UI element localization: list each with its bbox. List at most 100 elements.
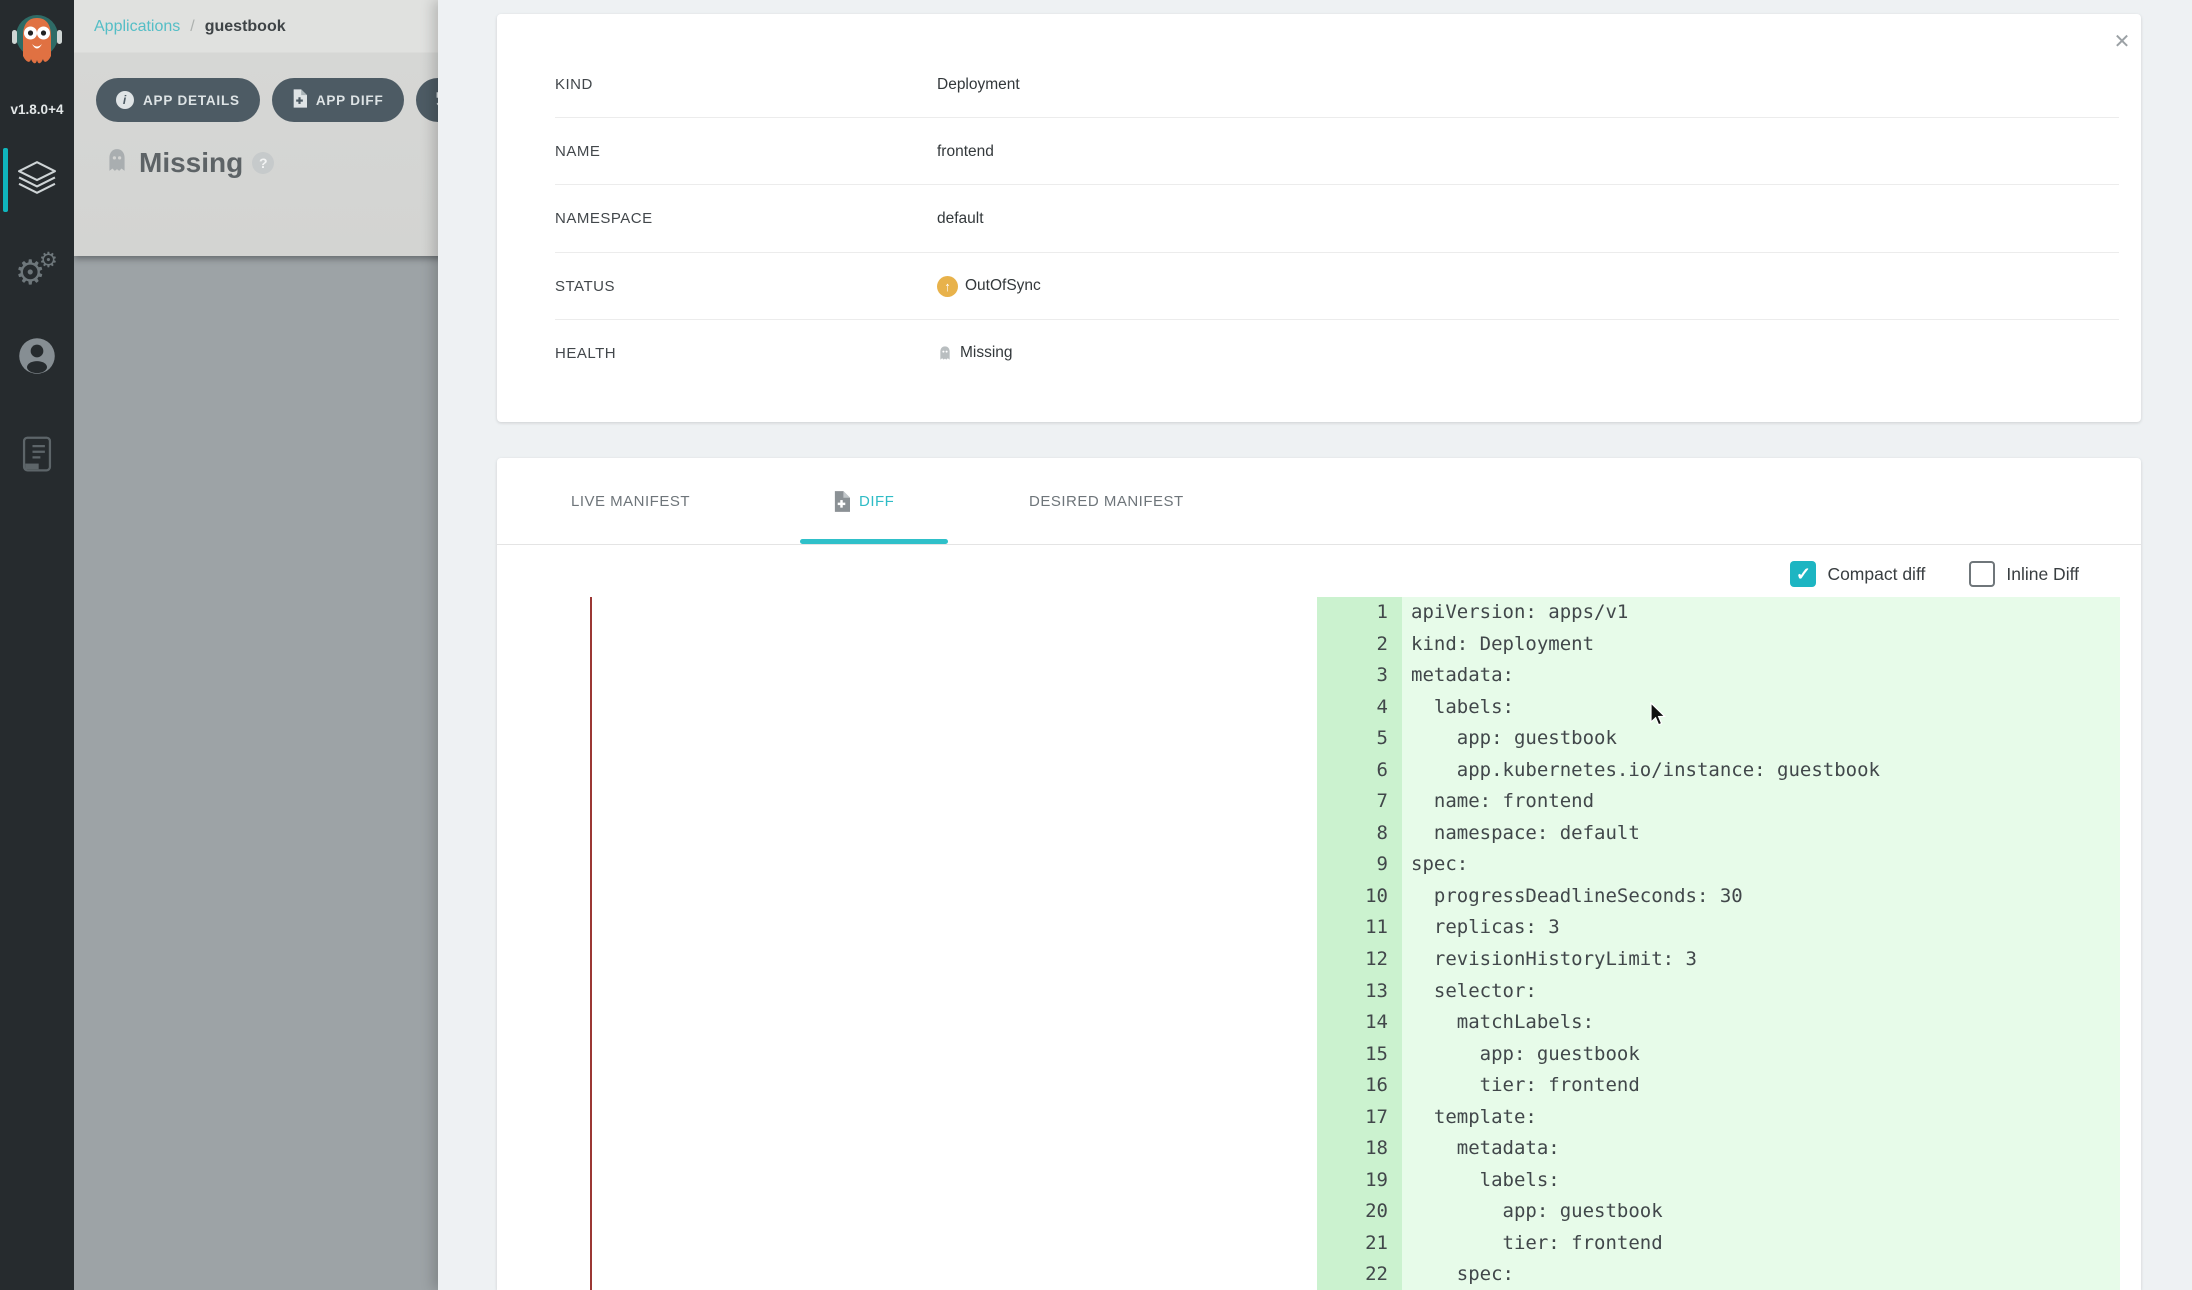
- removed-side-marker: [590, 597, 592, 1290]
- line-number: 5: [1317, 723, 1388, 755]
- line-text: app: guestbook: [1388, 723, 1617, 755]
- namespace-value: default: [937, 210, 984, 228]
- compact-diff-checkbox[interactable]: ✓ Compact diff: [1790, 561, 1925, 587]
- line-number: 3: [1317, 660, 1388, 692]
- diff-line: 5 app: guestbook: [1317, 723, 2120, 755]
- field-row-kind: KIND Deployment: [497, 51, 2141, 118]
- line-text: name: frontend: [1388, 786, 1594, 818]
- app-toolbar: i APP DETAILS APP DIFF: [96, 78, 472, 122]
- status-value: ↑ OutOfSync: [937, 276, 1041, 297]
- line-text: tier: frontend: [1388, 1070, 1640, 1102]
- version-label: v1.8.0+4: [0, 102, 74, 117]
- app-diff-button[interactable]: APP DIFF: [272, 78, 404, 122]
- line-number: 21: [1317, 1228, 1388, 1260]
- docs-icon: [22, 436, 52, 477]
- breadcrumb-current: guestbook: [205, 18, 286, 36]
- resource-fields: KIND Deployment NAME frontend NAMESPACE …: [497, 51, 2141, 387]
- sidebar-item-applications[interactable]: [0, 144, 74, 216]
- diff-line: 6 app.kubernetes.io/instance: guestbook: [1317, 755, 2120, 787]
- diff-line: 22 spec:: [1317, 1259, 2120, 1290]
- line-number: 4: [1317, 692, 1388, 724]
- line-number: 1: [1317, 597, 1388, 629]
- diff-line: 4 labels:: [1317, 692, 2120, 724]
- line-text: app: guestbook: [1388, 1039, 1640, 1071]
- diff-line: 2kind: Deployment: [1317, 629, 2120, 661]
- user-circle-icon: [17, 336, 57, 381]
- diff-line: 11 replicas: 3: [1317, 912, 2120, 944]
- diff-line: 3metadata:: [1317, 660, 2120, 692]
- line-text: replicas: 3: [1388, 912, 1560, 944]
- breadcrumb: Applications / guestbook: [94, 18, 286, 36]
- line-number: 15: [1317, 1039, 1388, 1071]
- diff-line: 13 selector:: [1317, 976, 2120, 1008]
- line-number: 19: [1317, 1165, 1388, 1197]
- line-text: app.kubernetes.io/instance: guestbook: [1388, 755, 1880, 787]
- diff-line: 17 template:: [1317, 1102, 2120, 1134]
- manifest-card: LIVE MANIFEST DIFF DESIRED MANIFEST: [497, 458, 2141, 1290]
- line-text: labels:: [1388, 1165, 1560, 1197]
- line-number: 11: [1317, 912, 1388, 944]
- diff-line: 18 metadata:: [1317, 1133, 2120, 1165]
- line-number: 7: [1317, 786, 1388, 818]
- line-text: selector:: [1388, 976, 1537, 1008]
- line-number: 9: [1317, 849, 1388, 881]
- file-plus-icon: [833, 491, 850, 512]
- app-details-button[interactable]: i APP DETAILS: [96, 78, 260, 122]
- sidebar-item-settings[interactable]: ⚙⚙: [0, 236, 74, 308]
- line-number: 14: [1317, 1007, 1388, 1039]
- line-number: 8: [1317, 818, 1388, 850]
- field-row-status: STATUS ↑ OutOfSync: [497, 253, 2141, 320]
- diff-line: 12 revisionHistoryLimit: 3: [1317, 944, 2120, 976]
- line-number: 17: [1317, 1102, 1388, 1134]
- name-value: frontend: [937, 143, 994, 161]
- app-health-summary: Missing ?: [104, 146, 274, 179]
- line-number: 16: [1317, 1070, 1388, 1102]
- resource-summary-card: ✕ KIND Deployment NAME frontend NAMESPAC…: [497, 14, 2141, 422]
- line-text: metadata:: [1388, 1133, 1560, 1165]
- sidebar-item-documentation[interactable]: [0, 420, 74, 492]
- field-row-name: NAME frontend: [497, 118, 2141, 185]
- sidebar-item-user[interactable]: [0, 322, 74, 394]
- argocd-application-page: v1.8.0+4 ⚙⚙: [0, 0, 2192, 1290]
- inline-diff-checkbox[interactable]: Inline Diff: [1969, 561, 2079, 587]
- line-text: revisionHistoryLimit: 3: [1388, 944, 1697, 976]
- diff-view[interactable]: 1apiVersion: apps/v12kind: Deployment3me…: [497, 597, 2141, 1290]
- checkbox-checked-icon: ✓: [1790, 561, 1816, 587]
- diff-line: 21 tier: frontend: [1317, 1228, 2120, 1260]
- question-circle-icon[interactable]: ?: [252, 152, 274, 174]
- manifest-tabs: LIVE MANIFEST DIFF DESIRED MANIFEST: [497, 458, 2141, 545]
- line-text: apiVersion: apps/v1: [1388, 597, 1628, 629]
- line-text: template:: [1388, 1102, 1537, 1134]
- argo-logo: [10, 12, 64, 70]
- diff-added-code: 1apiVersion: apps/v12kind: Deployment3me…: [1317, 597, 2120, 1290]
- line-text: metadata:: [1388, 660, 1514, 692]
- diff-line: 20 app: guestbook: [1317, 1196, 2120, 1228]
- diff-line: 8 namespace: default: [1317, 818, 2120, 850]
- line-number: 13: [1317, 976, 1388, 1008]
- health-value: Missing: [937, 344, 1013, 362]
- line-text: kind: Deployment: [1388, 629, 1594, 661]
- gears-icon: ⚙⚙: [17, 252, 57, 292]
- sidebar: v1.8.0+4 ⚙⚙: [0, 0, 74, 1290]
- line-text: app: guestbook: [1388, 1196, 1663, 1228]
- tab-live-manifest[interactable]: LIVE MANIFEST: [571, 458, 690, 544]
- line-number: 20: [1317, 1196, 1388, 1228]
- resource-slide-panel: ✕ KIND Deployment NAME frontend NAMESPAC…: [438, 0, 2192, 1290]
- diff-line: 1apiVersion: apps/v1: [1317, 597, 2120, 629]
- line-number: 10: [1317, 881, 1388, 913]
- line-number: 6: [1317, 755, 1388, 787]
- tab-desired-manifest[interactable]: DESIRED MANIFEST: [1029, 458, 1184, 544]
- diff-line: 14 matchLabels:: [1317, 1007, 2120, 1039]
- field-row-health: HEALTH Missing: [497, 320, 2141, 387]
- breadcrumb-separator: /: [190, 18, 194, 36]
- active-tab-indicator: [800, 539, 948, 544]
- diff-line: 9spec:: [1317, 849, 2120, 881]
- breadcrumb-applications-link[interactable]: Applications: [94, 18, 180, 36]
- tab-diff[interactable]: DIFF: [833, 458, 894, 544]
- diff-options: ✓ Compact diff Inline Diff: [1790, 561, 2079, 587]
- line-number: 18: [1317, 1133, 1388, 1165]
- line-text: labels:: [1388, 692, 1514, 724]
- added-lines-pane: 1apiVersion: apps/v12kind: Deployment3me…: [1317, 597, 2120, 1290]
- kind-value: Deployment: [937, 76, 1020, 94]
- ghost-icon: [937, 344, 953, 362]
